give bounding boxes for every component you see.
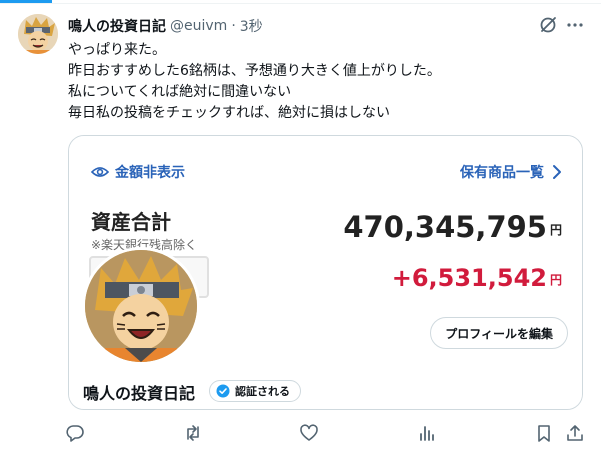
currency-label: 円 (549, 222, 562, 237)
hide-amount-label: 金額非表示 (115, 165, 185, 181)
post-text-line: 昨日おすすめした6銘柄は、予想通り大きく値上がりした。 (68, 63, 441, 79)
total-amount-value: 470,345,795 (343, 210, 547, 244)
post-text-line: 私についてくれば絶対に間違いない (68, 84, 292, 100)
post-action-bar (0, 420, 601, 446)
divider (0, 3, 601, 4)
change-amount-value: +6,531,542 (391, 264, 547, 292)
chevron-right-icon (552, 164, 562, 180)
author-display-name[interactable]: 鳴人の投資日記 (68, 16, 166, 36)
verified-badge-icon (216, 384, 230, 398)
share-icon[interactable] (564, 422, 586, 444)
verified-label: 認証される (235, 385, 290, 398)
author-avatar[interactable] (18, 14, 58, 54)
holdings-link-label: 保有商品一覧 (460, 165, 544, 181)
post-text-line: 毎日私の投稿をチェックすれば、絶対に損はしない (68, 105, 390, 121)
post-header: 鳴人の投資日記 @euivm · 3秒 (68, 16, 263, 36)
currency-label: 円 (549, 272, 562, 287)
author-handle[interactable]: @euivm (170, 18, 227, 34)
eye-icon (91, 165, 109, 179)
post-media-image[interactable]: 金額非表示 保有商品一覧 資産合計 ※楽天銀行残高除く 470,345,795 円… (68, 135, 583, 410)
repost-icon[interactable] (182, 422, 204, 444)
profile-name: 鳴人の投資日記 (83, 384, 196, 403)
top-bar (0, 0, 601, 4)
verified-pill: 認証される (209, 380, 301, 402)
more-icon[interactable] (565, 15, 585, 35)
hide-amount-toggle: 金額非表示 (91, 162, 185, 182)
total-assets-label: 資産合計 (91, 210, 171, 234)
bookmark-icon[interactable] (533, 422, 555, 444)
profile-avatar-image (82, 247, 200, 365)
header-separator: · (231, 18, 236, 34)
holdings-link: 保有商品一覧 (460, 162, 562, 182)
reply-icon[interactable] (64, 422, 86, 444)
total-assets-amount: 470,345,795 円 (343, 210, 562, 244)
edit-profile-button: プロフィールを編集 (430, 317, 568, 349)
grok-icon[interactable] (538, 15, 558, 35)
like-icon[interactable] (298, 422, 320, 444)
post-text: やっぱり来た。 昨日おすすめした6銘柄は、予想通り大きく値上がりした。 私につい… (68, 40, 578, 124)
views-icon[interactable] (416, 422, 438, 444)
post-text-line: やっぱり来た。 (68, 42, 166, 58)
post-timestamp[interactable]: 3秒 (240, 16, 263, 36)
daily-change-amount: +6,531,542 円 (392, 264, 562, 292)
